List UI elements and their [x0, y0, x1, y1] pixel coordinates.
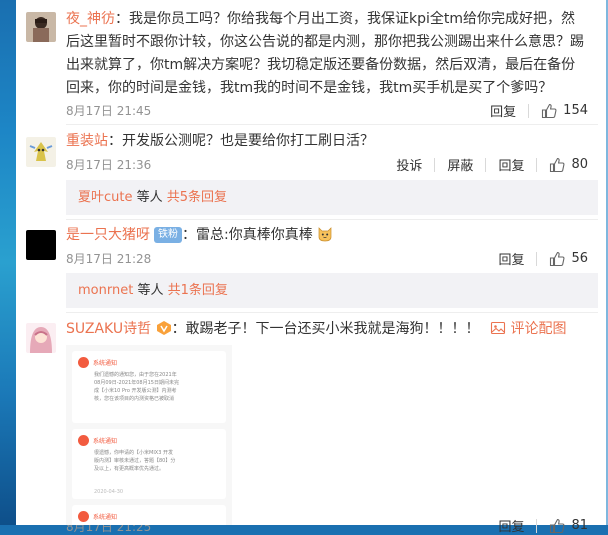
comment-time: 8月17日 21:45: [66, 104, 152, 118]
reply-button[interactable]: 回复: [498, 516, 524, 535]
reply-button[interactable]: 回复: [498, 249, 524, 268]
like-button[interactable]: 56: [549, 251, 588, 267]
reply-user[interactable]: monrnet: [78, 283, 133, 298]
avatar[interactable]: [26, 137, 56, 167]
username[interactable]: 重装站: [66, 133, 108, 149]
like-count: 80: [571, 157, 588, 172]
username[interactable]: 是一只大猪呀: [66, 227, 150, 243]
divider: [536, 518, 538, 533]
like-count: 56: [571, 251, 588, 266]
divider: [536, 251, 538, 266]
replies-summary[interactable]: monrnet 等人 共1条回复: [66, 273, 598, 308]
report-button[interactable]: 投诉: [396, 155, 422, 174]
like-count: 81: [571, 518, 588, 533]
reply-user[interactable]: 夏叶cute: [78, 190, 132, 205]
thumbs-up-icon: [550, 157, 565, 172]
comment-text: ：开发版公测呢？也是要给你打工刷日活？: [108, 133, 374, 149]
card-title: 系统通知: [93, 438, 118, 445]
avatar[interactable]: [26, 12, 56, 42]
like-button[interactable]: 80: [549, 157, 588, 173]
username[interactable]: 夜_神彷: [66, 11, 115, 27]
card-title: 系统通知: [93, 514, 118, 521]
notification-icon: [78, 435, 89, 446]
comment-body: 夜_神彷：我是你员工吗？你给我每个月出工资，我保证kpi全tm给你完成好把，然后…: [66, 8, 588, 100]
more-replies-link[interactable]: 共1条回复: [168, 283, 228, 298]
more-replies-link[interactable]: 共5条回复: [167, 190, 227, 205]
replies-text: 等人: [132, 190, 167, 205]
notification-card: 系统通知 我们遗憾的通知您，由于您在2021年 08月09日-2021年08月1…: [72, 351, 226, 423]
thumbs-up-icon: [550, 251, 565, 266]
comment-actions: 回复 56: [498, 249, 588, 268]
thumbs-up-icon: [542, 103, 557, 118]
comment-body: 重装站：开发版公测呢？也是要给你打工刷日活？: [66, 130, 588, 153]
card-text: 我们遗憾的通知您，由于您在2021年 08月09日-2021年08月15日期间未…: [94, 372, 179, 402]
fan-badge: 铁粉: [154, 227, 182, 243]
replies-summary[interactable]: 夏叶cute 等人 共5条回复: [66, 180, 598, 215]
notification-card: 系统通知: [72, 505, 226, 525]
username[interactable]: SUZAKU诗哲: [66, 321, 151, 337]
comment-actions: 回复 154: [490, 101, 588, 120]
comment-item: 是一只大猪呀 铁粉 ：雷总:你真棒你真棒 8月17日 21:28 回复 56 mon…: [16, 220, 606, 315]
notification-card: 系统通知 很遗憾，你申请的【小米MIX3 开发 版内测】审核未通过，答题【80】…: [72, 429, 226, 499]
card-text: 很遗憾，你申请的【小米MIX3 开发 版内测】审核未通过，答题【80】分 及以上…: [94, 450, 176, 472]
divider: [485, 157, 487, 172]
comment-text: ：我是你员工吗？你给我每个月出工资，我保证kpi全tm给你完成好把，然后这里暂时…: [66, 11, 584, 96]
comments-panel: 夜_神彷：我是你员工吗？你给我每个月出工资，我保证kpi全tm给你完成好把，然后…: [16, 0, 606, 535]
comment-image-label: 评论配图: [510, 321, 567, 337]
like-count: 154: [563, 103, 588, 118]
thumbs-up-icon: [550, 518, 565, 533]
comment-body: 是一只大猪呀 铁粉 ：雷总:你真棒你真棒: [66, 224, 588, 247]
like-button[interactable]: 154: [541, 103, 588, 119]
comment-body: SUZAKU诗哲 ：敢踢老子！下一台还买小米我就是海狗！！！！ 评论配图: [66, 318, 588, 341]
divider: [434, 157, 436, 172]
cat-emoji-icon: [318, 227, 332, 242]
reply-button[interactable]: 回复: [490, 101, 516, 120]
comment-actions: 投诉 屏蔽 回复 80: [396, 155, 588, 174]
replies-text: 等人: [133, 283, 168, 298]
like-button[interactable]: 81: [549, 518, 588, 534]
comment-image[interactable]: 系统通知 我们遗憾的通知您，由于您在2021年 08月09日-2021年08月1…: [66, 345, 232, 525]
avatar[interactable]: [26, 230, 56, 260]
comment-text: ：敢踢老子！下一台还买小米我就是海狗！！！！: [171, 321, 480, 337]
comment-item: 夜_神彷：我是你员工吗？你给我每个月出工资，我保证kpi全tm给你完成好把，然后…: [16, 0, 606, 125]
card-date: 2020-04-30: [94, 489, 124, 495]
notification-icon: [78, 357, 89, 368]
comment-image-link[interactable]: 评论配图: [490, 321, 566, 337]
block-button[interactable]: 屏蔽: [447, 155, 473, 174]
avatar[interactable]: [26, 323, 56, 353]
comment-actions: 回复 81: [498, 516, 588, 535]
image-icon: [490, 321, 506, 335]
vip-badge-icon: [156, 321, 171, 335]
comment-text: ：雷总:你真棒你真棒: [182, 227, 313, 243]
reply-button[interactable]: 回复: [498, 155, 524, 174]
card-title: 系统通知: [93, 360, 118, 367]
divider: [536, 157, 538, 172]
comment-item: 重装站：开发版公测呢？也是要给你打工刷日活？ 8月17日 21:36 投诉 屏蔽…: [16, 125, 606, 220]
divider: [528, 103, 530, 118]
comment-time: 8月17日 21:36: [66, 158, 152, 172]
notification-icon: [78, 511, 89, 522]
comment-time: 8月17日 21:28: [66, 252, 152, 266]
